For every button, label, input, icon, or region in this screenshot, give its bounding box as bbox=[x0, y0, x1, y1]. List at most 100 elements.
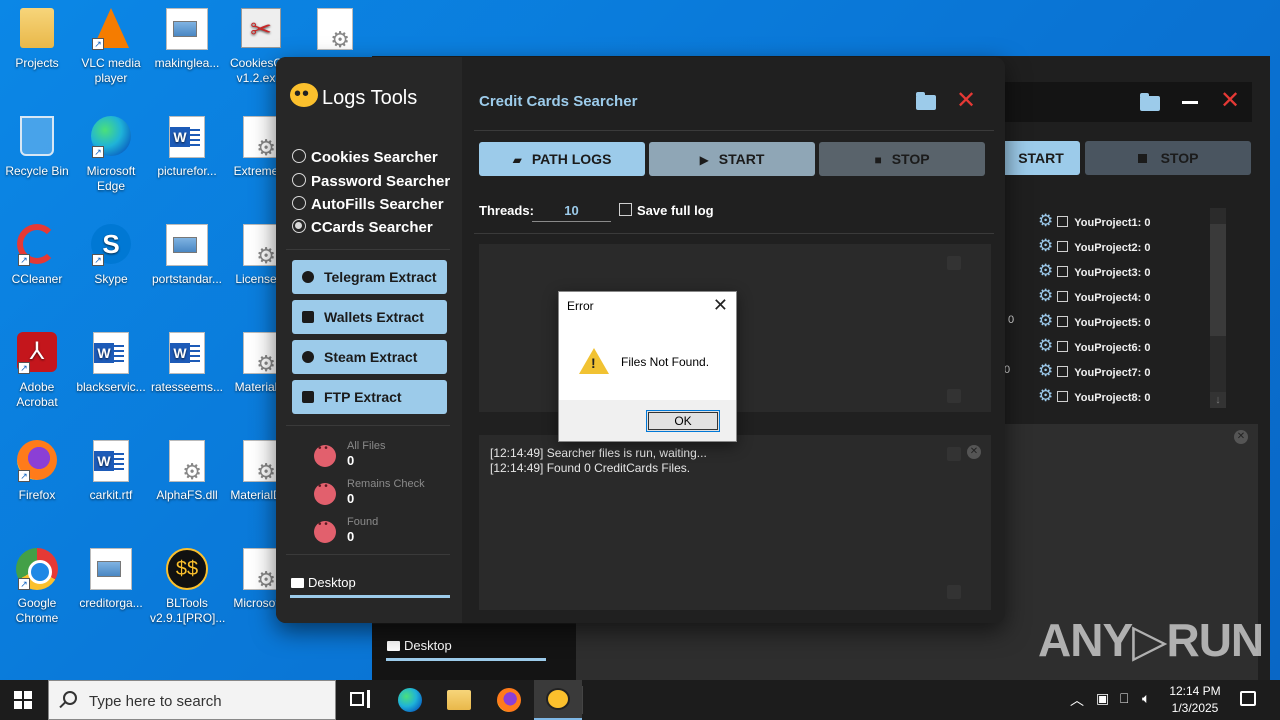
desktop-icon-adobe-acrobat[interactable]: ⅄ ↗ Adobe Acrobat bbox=[0, 332, 74, 410]
radio-icon[interactable] bbox=[292, 196, 306, 210]
chevron-up-icon[interactable]: ︿ bbox=[1070, 690, 1084, 710]
project-checkbox[interactable] bbox=[1057, 291, 1069, 302]
desktop-icon-skype[interactable]: S ↗ Skype bbox=[74, 224, 148, 287]
task-view-icon[interactable] bbox=[348, 688, 372, 712]
desktop-icon-carkit[interactable]: carkit.rtf bbox=[74, 440, 148, 503]
gear-icon[interactable]: ⚙ bbox=[1038, 211, 1053, 230]
folder-icon bbox=[387, 641, 400, 651]
gear-icon[interactable]: ⚙ bbox=[1038, 261, 1053, 280]
project-checkbox[interactable] bbox=[1057, 316, 1069, 327]
bltools-icon: $$ bbox=[166, 548, 208, 590]
bg-start-button[interactable]: START bbox=[1002, 141, 1080, 175]
steam-extract-button[interactable]: Steam Extract bbox=[292, 340, 447, 374]
dialog-message: Files Not Found. bbox=[621, 355, 710, 369]
bg-stop-button[interactable]: STOP bbox=[1085, 141, 1251, 175]
notification-icon[interactable] bbox=[1240, 691, 1256, 706]
project-checkbox[interactable] bbox=[1057, 341, 1069, 352]
desktop-icon-recycle-bin[interactable]: Recycle Bin bbox=[0, 116, 74, 179]
project-scrollbar[interactable]: ↓ bbox=[1210, 208, 1226, 408]
project-checkbox[interactable] bbox=[1057, 266, 1069, 277]
project-checkbox[interactable] bbox=[1057, 366, 1069, 377]
save-full-log-checkbox[interactable]: Save full log bbox=[619, 202, 714, 220]
desktop-icon-creditorga[interactable]: creditorga... bbox=[74, 548, 148, 611]
desktop-icon-settings-file[interactable] bbox=[298, 8, 372, 56]
error-dialog[interactable]: Error ✕ ! Files Not Found. OK bbox=[558, 291, 737, 442]
scrollbar-thumb[interactable] bbox=[1210, 224, 1226, 336]
project-row[interactable]: ⚙ YouProject6: 0 bbox=[1038, 333, 1150, 358]
path-label[interactable]: Desktop bbox=[291, 575, 356, 591]
device-icon[interactable]: ▣ bbox=[1096, 690, 1109, 707]
ok-button[interactable]: OK bbox=[646, 410, 720, 432]
gear-icon[interactable]: ⚙ bbox=[1038, 236, 1053, 255]
folder-icon bbox=[291, 578, 304, 588]
project-checkbox[interactable] bbox=[1057, 216, 1069, 227]
desktop-icon-google-chrome[interactable]: ↗ Google Chrome bbox=[0, 548, 74, 626]
mode-password-searcher[interactable]: Password Searcher bbox=[292, 171, 450, 193]
desktop-icon-ratesseems[interactable]: ratesseems... bbox=[150, 332, 224, 395]
scroll-down-icon[interactable]: ↓ bbox=[1210, 392, 1226, 408]
windows-start-icon[interactable] bbox=[14, 691, 32, 709]
ftp-extract-button[interactable]: FTP Extract bbox=[292, 380, 447, 414]
desktop-icon-projects[interactable]: Projects bbox=[0, 8, 74, 71]
folder-icon[interactable] bbox=[1140, 93, 1160, 111]
mode-autofills-searcher[interactable]: AutoFills Searcher bbox=[292, 194, 444, 216]
project-row[interactable]: ⚙ YouProject5: 0 bbox=[1038, 308, 1150, 333]
minimize-icon[interactable] bbox=[1182, 101, 1198, 104]
project-row[interactable]: ⚙ YouProject3: 0 bbox=[1038, 258, 1150, 283]
desktop-icon-blackservic[interactable]: blackservic... bbox=[74, 332, 148, 395]
bltools-taskbar-item[interactable] bbox=[534, 680, 582, 720]
threads-input[interactable] bbox=[532, 200, 611, 222]
telegram-extract-button[interactable]: Telegram Extract bbox=[292, 260, 447, 294]
desktop-icon-vlc[interactable]: ↗ VLC media player bbox=[74, 8, 148, 86]
desktop-icon-ccleaner[interactable]: ↗ CCleaner bbox=[0, 224, 74, 287]
desktop-icon-alphafs[interactable]: AlphaFS.dll bbox=[150, 440, 224, 503]
radio-icon[interactable] bbox=[292, 173, 306, 187]
gear-icon[interactable]: ⚙ bbox=[1038, 286, 1053, 305]
desktop-icon-edge[interactable]: ↗ Microsoft Edge bbox=[74, 116, 148, 194]
project-row[interactable]: ⚙ YouProject1: 0 bbox=[1038, 208, 1150, 233]
network-icon[interactable]: ⎕ bbox=[1120, 690, 1128, 707]
close-icon[interactable]: ✕ bbox=[956, 89, 976, 113]
mode-ccards-searcher[interactable]: CCards Searcher bbox=[292, 217, 433, 239]
wallets-extract-button[interactable]: Wallets Extract bbox=[292, 300, 447, 334]
project-row[interactable]: ⚙ YouProject2: 0 bbox=[1038, 233, 1150, 258]
gear-icon[interactable]: ⚙ bbox=[1038, 386, 1053, 405]
project-checkbox[interactable] bbox=[1057, 241, 1069, 252]
edge-taskbar-icon[interactable] bbox=[398, 688, 422, 712]
desktop-icon-portstandar[interactable]: portstandar... bbox=[150, 224, 224, 287]
checkbox-icon[interactable] bbox=[619, 203, 632, 216]
desktop-icon-makinglea[interactable]: makinglea... bbox=[150, 8, 224, 71]
close-icon[interactable]: ✕ bbox=[1234, 430, 1248, 444]
taskbar-clock[interactable]: 12:14 PM 1/3/2025 bbox=[1160, 683, 1230, 717]
desktop-icon-picturefor[interactable]: picturefor... bbox=[150, 116, 224, 179]
firefox-taskbar-icon[interactable] bbox=[497, 688, 521, 712]
open-folder-icon[interactable] bbox=[916, 92, 936, 110]
close-icon[interactable]: ✕ bbox=[967, 445, 981, 459]
panel-corner-button[interactable] bbox=[947, 585, 961, 599]
word-document-icon bbox=[93, 332, 129, 374]
radio-selected-icon[interactable] bbox=[292, 219, 306, 233]
file-explorer-icon[interactable] bbox=[447, 690, 471, 710]
gear-icon[interactable]: ⚙ bbox=[1038, 336, 1053, 355]
close-icon[interactable]: ✕ bbox=[1220, 89, 1240, 113]
panel-corner-button[interactable] bbox=[947, 389, 961, 403]
panel-corner-button[interactable] bbox=[947, 447, 961, 461]
volume-icon[interactable]: 🔈︎ bbox=[1142, 690, 1150, 707]
stop-button[interactable]: ■ STOP bbox=[819, 142, 985, 176]
divider bbox=[286, 249, 450, 250]
project-row[interactable]: ⚙ YouProject8: 0 bbox=[1038, 383, 1150, 408]
mode-cookies-searcher[interactable]: Cookies Searcher bbox=[292, 147, 438, 169]
path-logs-button[interactable]: ▰ PATH LOGS bbox=[479, 142, 645, 176]
start-button[interactable]: ▶ START bbox=[649, 142, 815, 176]
taskbar-search-box[interactable]: Type here to search bbox=[48, 680, 336, 720]
close-icon[interactable]: ✕ bbox=[713, 295, 728, 315]
panel-corner-button[interactable] bbox=[947, 256, 961, 270]
project-row[interactable]: ⚙ YouProject7: 0 bbox=[1038, 358, 1150, 383]
project-checkbox[interactable] bbox=[1057, 391, 1069, 402]
project-row[interactable]: ⚙ YouProject4: 0 bbox=[1038, 283, 1150, 308]
desktop-icon-bltools[interactable]: $$ BLTools v2.9.1[PRO]... bbox=[150, 548, 225, 626]
radio-icon[interactable] bbox=[292, 149, 306, 163]
desktop-icon-firefox[interactable]: ↗ Firefox bbox=[0, 440, 74, 503]
gear-icon[interactable]: ⚙ bbox=[1038, 361, 1053, 380]
gear-icon[interactable]: ⚙ bbox=[1038, 311, 1053, 330]
